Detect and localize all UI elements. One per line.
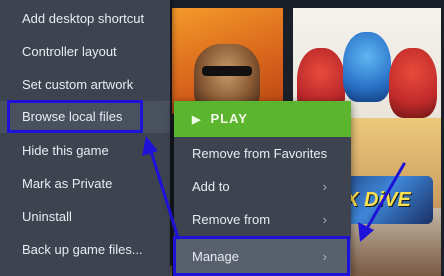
arrow-to-manage-line — [364, 162, 406, 232]
arrow-head-browse-icon — [142, 136, 158, 156]
arrow-to-browse-line — [148, 146, 180, 240]
arrow-head-manage-icon — [358, 222, 374, 242]
annotation-arrows — [142, 136, 406, 242]
